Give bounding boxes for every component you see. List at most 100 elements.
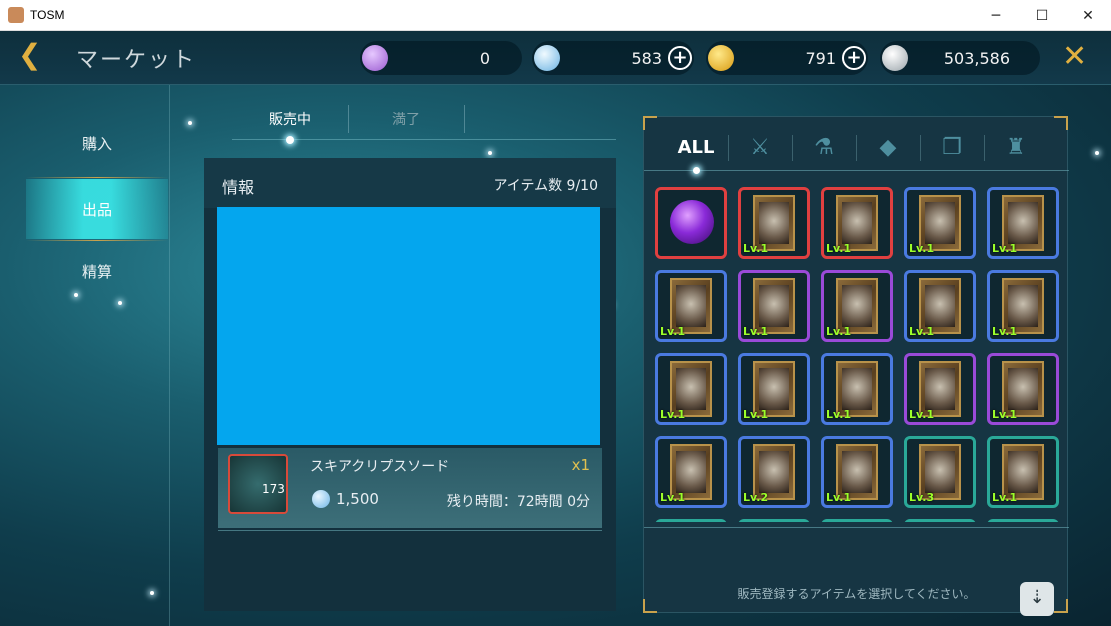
card-level: Lv.2 [743, 491, 769, 504]
app-icon [8, 7, 24, 23]
gold-coin-icon [708, 45, 734, 71]
card-level: Lv.1 [909, 242, 935, 255]
inventory-slot[interactable]: Lv.1 [821, 436, 893, 508]
sidebar-item-buy[interactable]: 購入 [26, 113, 168, 173]
card-art [1008, 368, 1038, 410]
info-header: 情報 アイテム数 9/10 [204, 158, 616, 208]
card-level: Lv.1 [992, 325, 1018, 338]
divider [464, 105, 465, 133]
cards-icon[interactable]: ❐ [922, 129, 982, 165]
inventory-slot[interactable]: Lv.1 [987, 187, 1059, 259]
tab-on-sale[interactable]: 販売中 [232, 103, 348, 135]
card-art [759, 368, 789, 410]
inventory-slot[interactable] [821, 519, 893, 522]
divider [26, 177, 168, 178]
card-level: Lv.1 [909, 325, 935, 338]
divider [920, 135, 921, 161]
inventory-slot[interactable]: Lv.1 [821, 353, 893, 425]
inventory-slot[interactable]: Lv.1 [987, 436, 1059, 508]
currency-silver: 503,586 [880, 41, 1040, 75]
top-bar: ❮ マーケット 0 583 + 791 + 503,586 ✕ [0, 31, 1111, 85]
back-button[interactable]: ❮ [18, 41, 48, 71]
add-diamond-button[interactable]: + [668, 46, 692, 70]
info-title: 情報 [222, 178, 255, 197]
card-art [759, 451, 789, 493]
inventory-slot[interactable] [655, 187, 727, 259]
inventory-slot[interactable]: Lv.1 [655, 436, 727, 508]
divider [984, 135, 985, 161]
card-art [676, 285, 706, 327]
inventory-slot[interactable] [655, 519, 727, 522]
inventory-slot[interactable]: Lv.1 [904, 187, 976, 259]
sidebar-item-settle[interactable]: 精算 [26, 241, 168, 301]
divider [218, 530, 602, 531]
card-level: Lv.1 [660, 491, 686, 504]
currency-value: 583 [631, 49, 662, 68]
card-level: Lv.1 [660, 325, 686, 338]
item-quantity: x1 [571, 456, 590, 474]
dress-icon[interactable]: ♜ [986, 129, 1046, 165]
card-art [1008, 202, 1038, 244]
divider [856, 135, 857, 161]
potion-icon[interactable]: ⚗ [794, 129, 854, 165]
listed-item-row[interactable]: 173 スキアクリプスソード x1 1,500 残り時間：72時間 0分 [218, 448, 602, 528]
window-title: TOSM [30, 8, 65, 22]
add-gold-button[interactable]: + [842, 46, 866, 70]
sidebar-item-label: 精算 [81, 262, 112, 281]
inventory-slot[interactable]: Lv.1 [904, 353, 976, 425]
minimize-button[interactable]: ─ [973, 0, 1019, 31]
divider [728, 135, 729, 161]
sidebar-item-label: 購入 [81, 134, 112, 153]
card-art [759, 285, 789, 327]
inventory-slot[interactable]: Lv.1 [738, 270, 810, 342]
crossed-swords-icon[interactable]: ⚔ [730, 129, 790, 165]
card-level: Lv.1 [743, 408, 769, 421]
select-item-hint: 販売登録するアイテムを選択してください。 [737, 587, 976, 601]
inventory-slot[interactable] [738, 519, 810, 522]
card-level: Lv.1 [743, 325, 769, 338]
sidebar-item-label: 出品 [81, 200, 112, 219]
gem-icon[interactable]: ◆ [858, 129, 918, 165]
card-art [676, 451, 706, 493]
card-art [842, 368, 872, 410]
window-close-button[interactable]: ✕ [1065, 0, 1111, 31]
tab-label: 販売中 [269, 112, 311, 128]
divider [169, 85, 170, 626]
inventory-slot[interactable]: Lv.1 [904, 270, 976, 342]
sidebar: 購入 出品 精算 [26, 113, 168, 303]
card-level: Lv.1 [992, 491, 1018, 504]
close-icon[interactable]: ✕ [1062, 42, 1092, 73]
item-count: アイテム数 9/10 [493, 178, 599, 194]
inventory-slot[interactable]: Lv.1 [987, 353, 1059, 425]
sort-icon[interactable]: ⇣ [1020, 582, 1054, 616]
currency-value: 503,586 [943, 49, 1010, 68]
filter-all[interactable]: ALL [666, 129, 726, 165]
inventory-slot[interactable]: Lv.1 [987, 270, 1059, 342]
inventory-slot[interactable] [987, 519, 1059, 522]
inventory-slot[interactable] [904, 519, 976, 522]
card-level: Lv.1 [826, 325, 852, 338]
inventory-slot[interactable]: Lv.1 [655, 353, 727, 425]
maximize-button[interactable]: ☐ [1019, 0, 1065, 31]
diamond-icon [534, 45, 560, 71]
inventory-slot[interactable]: Lv.1 [821, 270, 893, 342]
orb-icon [670, 200, 714, 244]
filter-indicator [693, 167, 700, 174]
item-price: 1,500 [336, 490, 379, 508]
sidebar-item-sell[interactable]: 出品 [26, 179, 168, 239]
inventory-slot[interactable]: Lv.1 [821, 187, 893, 259]
inventory-slot[interactable]: Lv.2 [738, 436, 810, 508]
inventory-slot[interactable]: Lv.1 [738, 187, 810, 259]
item-preview [217, 207, 600, 445]
info-panel: 情報 アイテム数 9/10 173 スキアクリプスソード x1 1,500 残り… [204, 158, 616, 611]
card-art [925, 202, 955, 244]
card-art [842, 202, 872, 244]
inventory-slot[interactable]: Lv.3 [904, 436, 976, 508]
card-level: Lv.1 [743, 242, 769, 255]
inventory-slot[interactable]: Lv.1 [738, 353, 810, 425]
card-level: Lv.1 [909, 408, 935, 421]
card-art [1008, 285, 1038, 327]
inventory-slot[interactable]: Lv.1 [655, 270, 727, 342]
tab-expired[interactable]: 満了 [348, 103, 464, 135]
currency-value: 0 [479, 49, 490, 68]
